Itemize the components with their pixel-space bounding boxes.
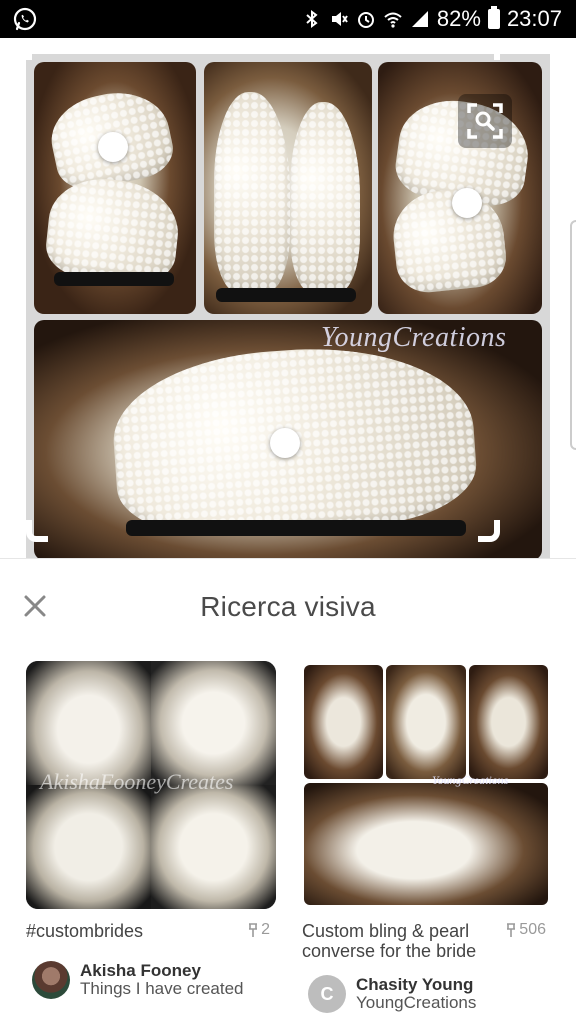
thumbnail-watermark: YoungCreations <box>432 773 509 787</box>
signal-icon <box>411 11 428 27</box>
pin-icon <box>249 923 258 937</box>
photo-watermark: YoungCreations <box>321 322 507 353</box>
crop-handle-top-left[interactable] <box>26 38 48 60</box>
pin-count-value: 2 <box>261 921 270 938</box>
crop-handle-top-right[interactable] <box>478 38 500 60</box>
pin-image-collage[interactable]: YoungCreations <box>26 54 550 558</box>
pin-count-value: 506 <box>519 921 546 938</box>
pin-icon <box>507 923 516 937</box>
result-author[interactable]: Akisha Fooney Things I have created <box>26 959 276 999</box>
thumbnail-watermark: AkishaFooneyCreates <box>40 769 234 794</box>
collage-photo-2 <box>204 62 372 314</box>
pin-preview: YoungCreations <box>0 38 576 558</box>
author-name[interactable]: Chasity Young <box>356 975 473 995</box>
crop-handle-bottom-left[interactable] <box>26 520 48 542</box>
status-icons: 82% 23:07 <box>302 4 562 34</box>
battery-percent: 82% <box>436 6 481 31</box>
result-card[interactable]: AkishaFooneyCreates #custombrides 2 Akis… <box>26 661 276 999</box>
lens-search-icon <box>467 103 503 139</box>
avatar[interactable] <box>32 961 70 999</box>
object-hotspot-1[interactable] <box>98 132 128 162</box>
bluetooth-icon <box>306 10 318 28</box>
wifi-icon <box>384 12 402 28</box>
result-thumbnail[interactable]: AkishaFooneyCreates <box>26 661 276 909</box>
mute-icon <box>331 12 348 26</box>
whatsapp-icon <box>13 7 37 31</box>
object-hotspot-3[interactable] <box>270 428 300 458</box>
alarm-icon <box>357 12 374 28</box>
result-card[interactable]: YoungCreations Custom bling & pearl conv… <box>302 661 552 1013</box>
side-edge-handle[interactable] <box>570 220 576 450</box>
object-hotspot-2[interactable] <box>452 188 482 218</box>
status-bar: 82% 23:07 <box>0 0 576 38</box>
battery-icon <box>487 6 500 29</box>
result-author[interactable]: C Chasity Young YoungCreations <box>302 973 552 1013</box>
avatar[interactable]: C <box>308 975 346 1013</box>
collage-photo-1 <box>34 62 196 314</box>
result-description: #custombrides <box>26 921 144 941</box>
clock: 23:07 <box>506 6 562 31</box>
result-thumbnail[interactable]: YoungCreations <box>302 661 552 909</box>
visual-search-sheet: Ricerca visiva AkishaFooneyCreates #cust… <box>0 558 576 1024</box>
sheet-title: Ricerca visiva <box>200 591 376 622</box>
visual-search-button[interactable] <box>458 94 512 148</box>
pin-count: 506 <box>506 921 546 939</box>
crop-handle-bottom-right[interactable] <box>478 520 500 542</box>
author-name[interactable]: Akisha Fooney <box>80 961 201 981</box>
board-name[interactable]: YoungCreations <box>356 993 476 1013</box>
board-name[interactable]: Things I have created <box>80 979 243 999</box>
pin-count: 2 <box>248 921 270 939</box>
